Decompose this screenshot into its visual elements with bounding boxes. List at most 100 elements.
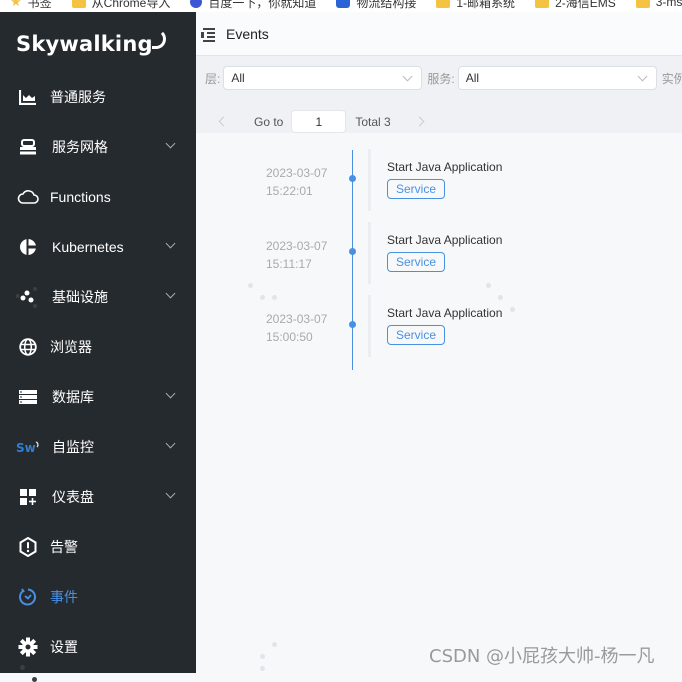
svg-text:Sw: Sw [16,441,36,455]
goto-label: Go to [254,114,284,129]
chevron-down-icon [165,438,176,449]
sidebar-item-alarm[interactable]: 告警 [0,522,196,572]
area-chart-icon [16,85,40,109]
folder-icon [535,0,550,8]
sidebar: Skywalking 普通服务 服务网格 Functions Kubernete… [0,12,196,682]
sidebar-item-settings[interactable]: 设置 [0,622,196,672]
watermark: CSDN @小屁孩大帅-杨一凡 [429,646,655,667]
logo-arc-icon [151,29,166,49]
chevron-down-icon [165,288,176,299]
loading-dot [498,295,503,300]
bookmarks-bar: ★ 书签 从Chrome导入 百度一下，你就知道 物流结构接 1-邮箱系统 2-海… [0,0,682,12]
sw-logo-icon: Sw [16,435,40,459]
alarm-icon [16,535,40,559]
event-layer-tag: Service [387,325,446,345]
sidebar-item-label: 数据库 [52,389,94,405]
sidebar-item-database[interactable]: 数据库 [0,372,196,422]
sidebar-item-label: 设置 [50,639,78,655]
sidebar-item-functions[interactable]: Functions [0,172,196,222]
skywalking-logo[interactable]: Skywalking [16,29,166,56]
service-select[interactable]: All [457,66,657,90]
loading-dot [260,666,265,671]
sidebar-item-label: Functions [50,189,111,205]
sidebar-item-label: 告警 [50,539,78,555]
service-label: 服务: [427,71,455,86]
sidebar-item-general-service[interactable]: 普通服务 [0,72,196,122]
infrastructure-icon [16,285,40,309]
pagination: Go to 1 Total 3 [218,110,425,133]
timeline-dot [349,175,356,182]
chevron-down-icon [165,488,176,499]
sidebar-item-service-mesh[interactable]: 服务网格 [0,122,196,172]
sidebar-item-label: 普通服务 [50,89,106,105]
gear-icon [16,635,40,659]
chevron-down-icon [165,138,176,149]
kubernetes-icon [16,235,40,259]
event-time: 2023-03-07 15:00:50 [266,312,328,344]
event-time: 2023-03-07 15:22:01 [266,166,328,198]
mesh-icon [16,135,40,159]
sidebar-item-kubernetes[interactable]: Kubernetes [0,222,196,272]
timeline-dot [349,248,356,255]
sidebar-item-label: 仪表盘 [52,489,94,505]
sidebar-item-browser[interactable]: 浏览器 [0,322,196,372]
bookmark-item[interactable]: 物流结构接 [326,0,426,11]
baidu-icon [190,0,203,8]
folder-icon [71,0,86,8]
sidebar-item-dashboard[interactable]: 仪表盘 [0,472,196,522]
sidebar-item-label: Kubernetes [52,239,124,255]
bookmark-item[interactable]: 1-邮箱系统 [426,0,525,11]
folder-icon [436,0,451,8]
loading-dot [486,283,491,288]
star-icon: ★ [10,0,22,9]
next-page-button[interactable] [414,116,425,127]
loading-dot [510,307,515,312]
menu-fold-icon[interactable] [199,27,215,42]
globe-icon [16,335,40,359]
layer-select[interactable]: All [223,66,423,90]
database-icon [16,385,40,409]
sidebar-item-label: 事件 [50,589,78,605]
event-bar [368,149,371,211]
total-count: Total 3 [355,114,391,129]
loading-dot [248,283,253,288]
event-icon [16,585,40,609]
bookmark-item[interactable]: 从Chrome导入 [62,0,181,11]
sidebar-item-infrastructure[interactable]: 基础设施 [0,272,196,322]
event-item[interactable]: 2023-03-07 15:00:50 Start Java Applicatio… [196,293,682,357]
prev-page-button[interactable] [218,116,229,127]
chevron-down-icon [165,388,176,399]
loading-dot [272,642,277,647]
page-header: Events [196,12,682,56]
event-bar [368,222,371,284]
loading-dot [20,665,25,670]
event-time: 2023-03-07 15:11:17 [266,239,328,271]
sidebar-item-label: 自监控 [52,439,94,455]
dashboard-icon [16,485,40,509]
event-item[interactable]: 2023-03-07 15:22:01 Start Java Applicatio… [196,147,682,211]
sidebar-item-label: 服务网格 [52,139,108,155]
instance-label: 实例 [661,71,682,86]
filter-bar: 层: All 服务: All 实例 Go to 1 Total 3 [196,56,682,133]
bookmark-item[interactable]: 百度一下，你就知道 [180,0,326,11]
app-icon [336,0,351,8]
loading-dot [272,295,277,300]
loading-dot [260,654,265,659]
event-name: Start Java Application [387,160,503,174]
sidebar-item-events[interactable]: 事件 [0,572,196,622]
main-content: Events 层: All 服务: All 实例 Go to 1 Total 3 [196,12,682,673]
chevron-down-icon [165,238,176,249]
sidebar-item-self-observability[interactable]: Sw 自监控 [0,422,196,472]
event-bar [368,295,371,357]
bookmark-item[interactable]: 3-ms [626,0,682,9]
page-title: Events [226,25,269,42]
sidebar-menu: 普通服务 服务网格 Functions Kubernetes 基础设施 浏览器 … [0,72,196,672]
loading-dot [260,295,265,300]
event-item[interactable]: 2023-03-07 15:11:17 Start Java Applicatio… [196,220,682,284]
event-name: Start Java Application [387,306,503,320]
page-number-input[interactable]: 1 [291,110,347,133]
bookmark-item[interactable]: 2-海信EMS [525,0,626,11]
event-layer-tag: Service [387,252,446,272]
bookmark-item[interactable]: ★ 书签 [0,0,62,11]
timeline-dot [349,321,356,328]
